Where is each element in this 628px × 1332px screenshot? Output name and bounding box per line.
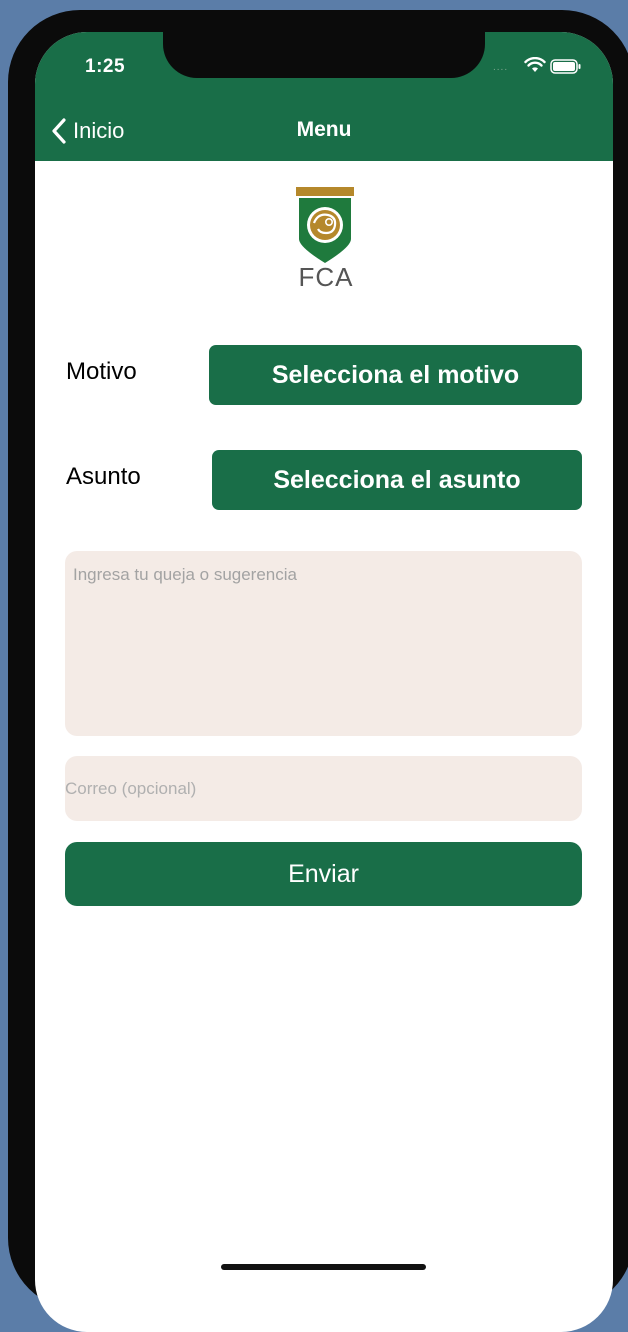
select-asunto-button[interactable]: Selecciona el asunto [212,450,582,510]
page-title: Menu [296,118,352,141]
status-time: 1:25 [85,56,126,77]
asunto-label: Asunto [66,463,141,490]
device-notch [163,32,485,78]
navigation-bar: 1:25 .... Inicio Menu [35,32,613,161]
email-field[interactable]: Correo (opcional) [65,756,582,821]
complaint-placeholder: Ingresa tu queja o sugerencia [73,565,297,584]
battery-icon [550,59,581,74]
email-placeholder: Correo (opcional) [65,779,197,798]
complaint-textarea[interactable]: Ingresa tu queja o sugerencia [65,551,582,736]
signal-dots: .... [493,62,509,73]
select-motivo-button[interactable]: Selecciona el motivo [209,345,582,405]
submit-button[interactable]: Enviar [65,842,582,906]
motivo-label: Motivo [66,358,137,385]
fca-logo [296,187,354,263]
home-indicator[interactable] [221,1264,426,1270]
logo-text: FCA [298,262,354,292]
wifi-icon [524,57,546,72]
app-screen: 1:25 .... Inicio Menu FCA Motivo Selecci… [35,32,613,1332]
